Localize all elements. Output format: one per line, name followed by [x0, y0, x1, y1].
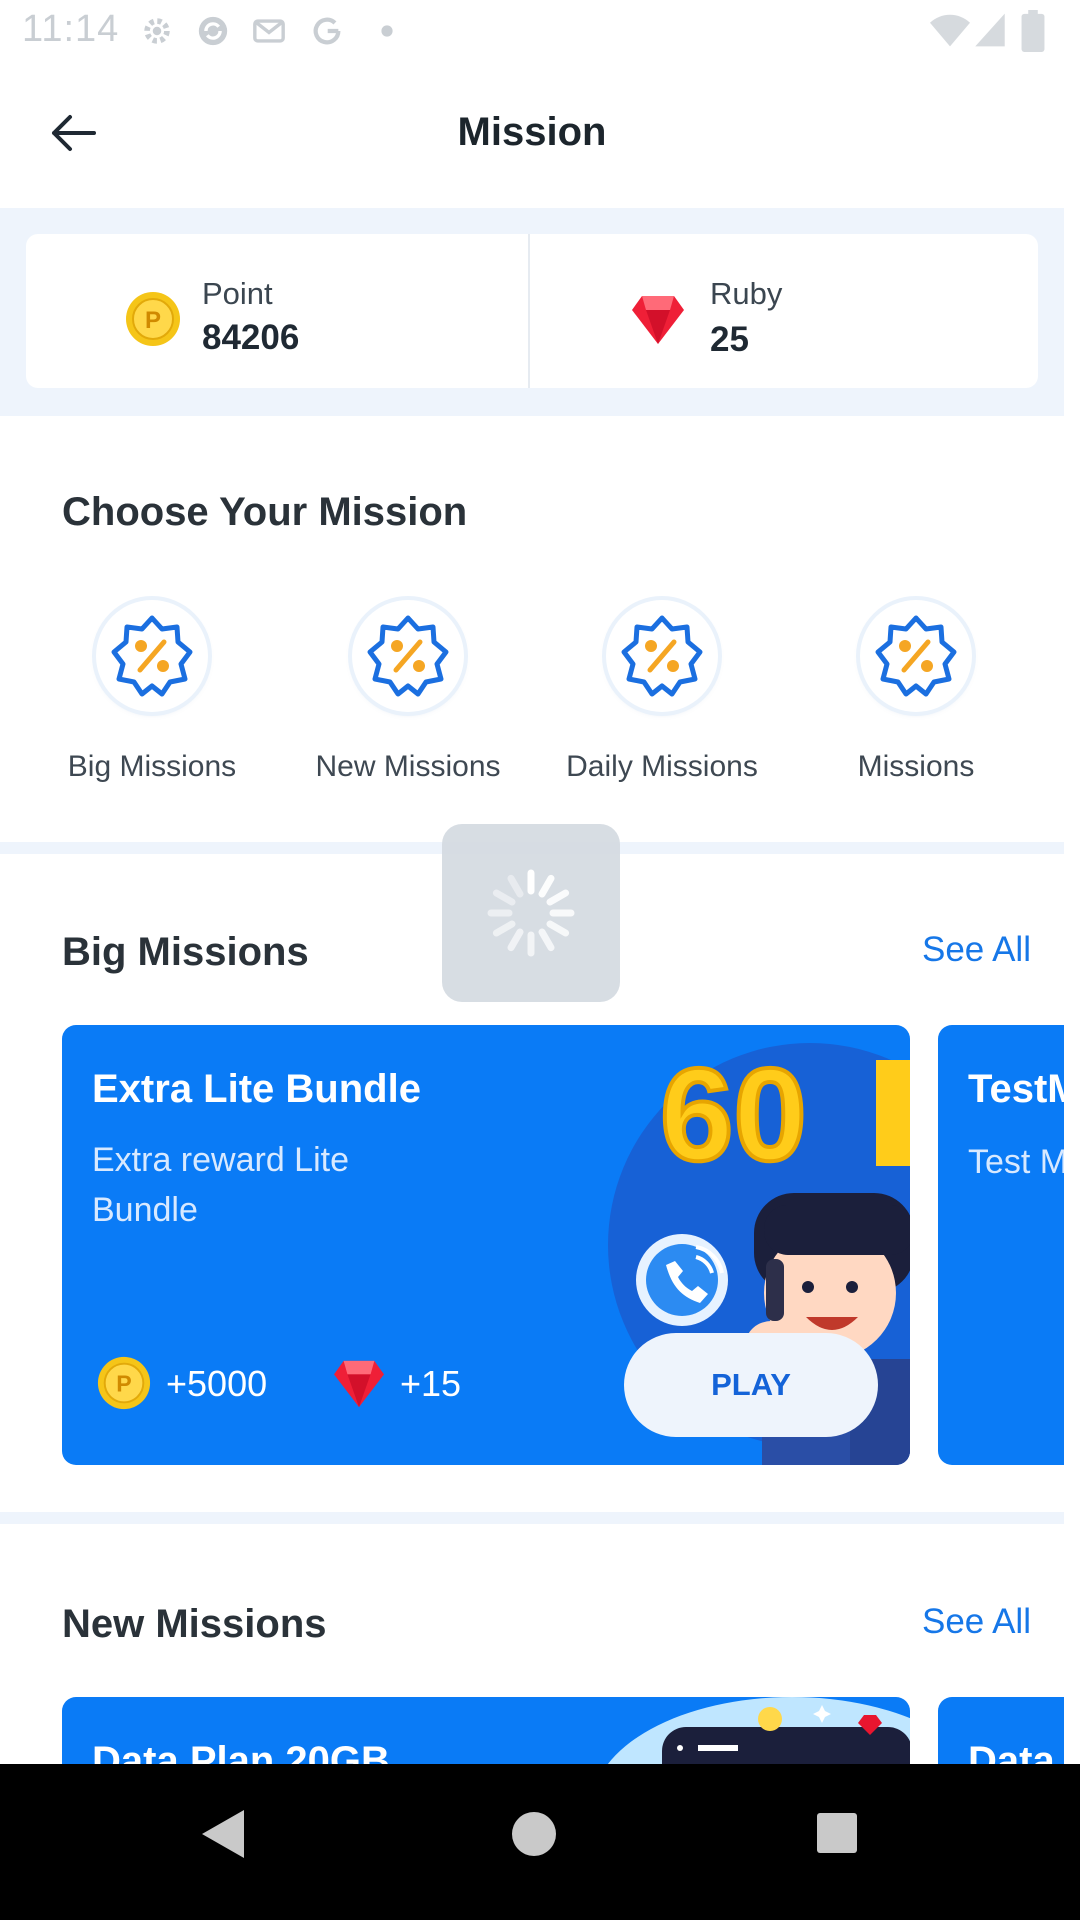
mission-card-extra-lite-bundle[interactable]: 60 Extra Lite Bundle Extra reward Lite B…: [62, 1025, 910, 1465]
mission-badge-icon: [111, 615, 193, 697]
loading-spinner-icon: [487, 869, 575, 957]
category-circle: [606, 600, 718, 712]
mission-badge-icon: [367, 615, 449, 697]
point-coin-icon: P: [124, 290, 182, 348]
category-big-missions[interactable]: Big Missions: [32, 600, 272, 800]
card-title: TestM: [968, 1067, 1064, 1111]
promo-text: 60: [660, 1041, 807, 1188]
choose-mission-title: Choose Your Mission: [62, 490, 468, 534]
points-reward: +5000: [166, 1363, 268, 1404]
nav-back-icon[interactable]: [200, 1808, 246, 1860]
mission-badge-icon: [875, 615, 957, 697]
ruby-value: 25: [710, 320, 749, 359]
nav-home-icon[interactable]: [510, 1810, 558, 1858]
google-icon: [313, 17, 341, 45]
svg-text:P: P: [116, 1371, 131, 1397]
point-value: 84206: [202, 318, 300, 357]
new-missions-see-all-link[interactable]: See All: [922, 1602, 1031, 1642]
category-circle: [96, 600, 208, 712]
system-nav-bar: [0, 1764, 1080, 1920]
category-missions[interactable]: Missions: [796, 600, 1036, 800]
status-time: 11:14: [22, 8, 120, 50]
new-missions-title: New Missions: [62, 1602, 327, 1646]
settings-icon: [144, 18, 170, 44]
page-title: Mission: [457, 110, 607, 154]
category-label: Big Missions: [67, 750, 237, 783]
play-button[interactable]: PLAY: [624, 1333, 878, 1437]
category-daily-missions[interactable]: Daily Missions: [542, 600, 782, 800]
status-bar: 11:14: [0, 0, 1080, 64]
section-separator: [0, 1512, 1064, 1524]
signal-icon: [975, 13, 1005, 47]
svg-text:P: P: [145, 307, 161, 334]
category-circle: [860, 600, 972, 712]
category-label: Daily Missions: [566, 750, 758, 783]
big-missions-title: Big Missions: [62, 930, 309, 974]
ruby-label: Ruby: [710, 276, 783, 311]
wallet-divider: [528, 234, 530, 388]
card-subtitle: Test M: [968, 1143, 1064, 1181]
card-subtitle-line1: Extra reward Lite: [92, 1141, 349, 1179]
loading-overlay: [442, 824, 620, 1002]
big-missions-see-all-link[interactable]: See All: [922, 930, 1031, 970]
mail-icon: [253, 19, 285, 43]
card-title: Extra Lite Bundle: [92, 1067, 421, 1111]
category-circle: [352, 600, 464, 712]
category-new-missions[interactable]: New Missions: [288, 600, 528, 800]
point-coin-icon: P: [97, 1356, 151, 1410]
category-label: Missions: [857, 750, 975, 783]
notification-dot-icon: [381, 25, 393, 37]
wifi-icon: [930, 14, 970, 47]
mission-badge-icon: [621, 615, 703, 697]
point-label: Point: [202, 276, 273, 311]
category-label: New Missions: [315, 750, 501, 783]
nav-recents-icon[interactable]: [816, 1812, 858, 1854]
battery-icon: [1021, 10, 1045, 52]
mission-card-test[interactable]: TestM Test M: [938, 1025, 1064, 1465]
ruby-gem-icon: [334, 1360, 384, 1408]
sync-icon: [198, 16, 228, 46]
rubies-reward: +15: [400, 1363, 462, 1404]
ruby-gem-icon: [630, 294, 686, 346]
card-subtitle-line2: Bundle: [92, 1191, 198, 1229]
